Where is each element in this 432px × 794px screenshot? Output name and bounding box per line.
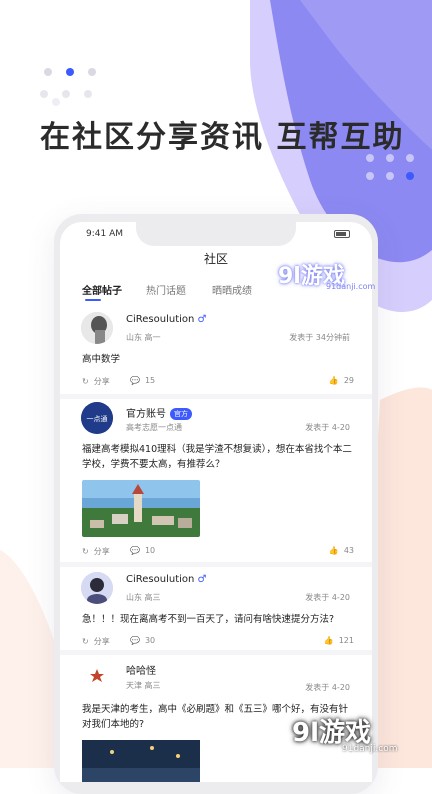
watermark-logo-bottom: 9l游戏 91danji.com [292,718,398,754]
share-icon: ↻ [82,547,89,556]
post-actions: ↻ 分享 💬 30 👍 121 [82,636,354,650]
post-time: 发表于 4-20 [305,423,350,432]
post-card[interactable]: CiResoulution ♂ 山东 高一 发表于 34分钟前 高中数学 ↻ 分享… [60,310,372,398]
phone-notch [136,222,296,246]
post-content[interactable]: 急！！！现在离高考不到一百天了，请问有啥快速提分方法? [82,612,354,627]
avatar[interactable] [81,312,113,344]
author-meta: 天津 高三 [126,681,161,690]
male-icon: ♂ [197,574,207,585]
share-button[interactable]: ↻ 分享 [82,636,110,647]
watermark-url-top: 91danji.com [326,282,376,291]
divider [60,562,372,567]
watermark-logo-top: 9l游戏 91danji.com [278,264,376,291]
comment-button[interactable]: 💬 15 [130,376,155,385]
post-time: 发表于 34分钟前 [289,333,350,342]
post-image[interactable] [82,740,200,782]
share-icon: ↻ [82,637,89,646]
divider [60,394,372,399]
thumbs-up-icon: 👍 [328,546,339,555]
comment-icon: 💬 [130,376,140,385]
author-name[interactable]: CiResoulution ♂ [126,314,207,325]
battery-icon [334,230,350,238]
author-name[interactable]: 哈哈怪 [126,662,156,677]
tab-scores[interactable]: 晒晒成绩 [212,282,252,297]
like-button[interactable]: 👍 121 [324,636,354,645]
avatar-text: 一点通 [87,414,108,423]
post-time: 发表于 4-20 [305,683,350,692]
like-button[interactable]: 👍 43 [329,546,354,555]
post-image[interactable] [82,480,200,537]
headline: 在社区分享资讯 互帮互助 [40,120,405,155]
post-content[interactable]: 高中数学 [82,352,354,367]
phone-screen: 9:41 AM 社区 全部帖子 热门话题 晒晒成绩 CiResoulution … [60,222,372,782]
active-tab-indicator [85,299,101,301]
post-actions: ↻ 分享 💬 10 👍 43 [82,546,354,560]
comment-icon: 💬 [130,546,140,555]
author-name[interactable]: CiResoulution ♂ [126,574,207,585]
comment-button[interactable]: 💬 30 [130,636,155,645]
status-bar: 9:41 AM [60,222,372,246]
author-meta: 山东 高一 [126,333,161,342]
status-time: 9:41 AM [86,229,123,239]
watermark-url-bottom: 91danji.com [342,744,398,754]
share-icon: ↻ [82,377,89,386]
author-name[interactable]: 官方账号 官方 [126,405,192,420]
divider [60,650,372,655]
thumbs-up-icon: 👍 [328,376,339,385]
comment-button[interactable]: 💬 10 [130,546,155,555]
tab-all-posts[interactable]: 全部帖子 [82,282,122,297]
avatar[interactable]: 一点通 [81,402,113,434]
author-meta: 山东 高三 [126,593,161,602]
avatar[interactable] [81,660,113,692]
share-button[interactable]: ↻ 分享 [82,376,110,387]
official-badge: 官方 [170,408,192,420]
thumbs-up-icon: 👍 [323,636,334,645]
avatar[interactable] [81,572,113,604]
tab-hot-topics[interactable]: 热门话题 [146,282,186,297]
male-icon: ♂ [197,314,207,325]
share-button[interactable]: ↻ 分享 [82,546,110,557]
post-card[interactable]: CiResoulution ♂ 山东 高三 发表于 4-20 急！！！现在离高考… [60,570,372,654]
like-button[interactable]: 👍 29 [329,376,354,385]
author-meta: 高考志愿一点通 [126,423,182,432]
post-actions: ↻ 分享 💬 15 👍 29 [82,376,354,390]
comment-icon: 💬 [130,636,140,645]
post-card[interactable]: 一点通 官方账号 官方 高考志愿一点通 发表于 4-20 福建高考模拟410理科（… [60,402,372,566]
post-content[interactable]: 福建高考模拟410理科（我是学渣不想复读），想在本省找个本二学校，学费不要太高，… [82,442,354,472]
post-time: 发表于 4-20 [305,593,350,602]
